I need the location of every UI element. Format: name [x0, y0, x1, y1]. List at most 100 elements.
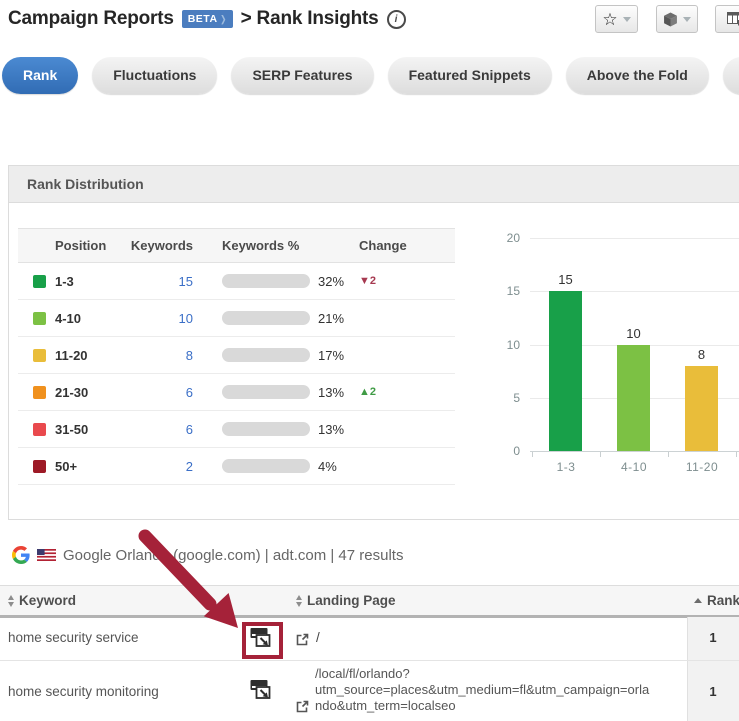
keyword-cell: home security service — [8, 630, 139, 645]
bar-11-20[interactable] — [685, 366, 718, 451]
position-color-swatch — [33, 275, 46, 288]
rank-row: 11-208 17% — [18, 337, 455, 374]
position-color-swatch — [33, 312, 46, 325]
bar-value-label: 10 — [607, 326, 660, 341]
x-category-label: 11-20 — [668, 460, 736, 474]
panel-title: Rank Distribution — [9, 166, 739, 203]
tab-serp-features[interactable]: SERP Features — [231, 57, 373, 94]
star-icon: ☆ — [602, 11, 617, 28]
keywords-count-link[interactable]: 10 — [115, 311, 193, 326]
tab-fluctuations[interactable]: Fluctuations — [92, 57, 217, 94]
keywords-count-link[interactable]: 2 — [115, 459, 193, 474]
keywords-pct-bar: 13% — [193, 422, 347, 437]
external-link-icon[interactable] — [296, 633, 309, 646]
results-table-header: Keyword Landing Page Rank — [0, 585, 739, 618]
pct-label: 17% — [318, 348, 344, 363]
serp-snapshot-icon[interactable] — [249, 679, 275, 701]
change-cell: ▲2 — [347, 386, 455, 398]
table-icon — [727, 12, 739, 26]
landing-page-link[interactable]: /local/fl/orlando?utm_source=places&utm_… — [315, 666, 655, 714]
cube-icon — [663, 12, 678, 27]
keywords-pct-bar: 21% — [193, 311, 347, 326]
bar-4-10[interactable] — [617, 345, 650, 452]
x-category-label: 4-10 — [600, 460, 668, 474]
y-tick-label: 10 — [490, 338, 520, 352]
gridline — [530, 238, 739, 239]
x-axis-tick — [600, 452, 601, 457]
us-flag-icon — [37, 549, 56, 561]
pct-label: 32% — [318, 274, 344, 289]
beta-chevron-icon: ❭ — [220, 14, 228, 25]
col-landing-page[interactable]: Landing Page — [296, 586, 396, 615]
position-label: 4-10 — [55, 311, 115, 326]
sort-asc-icon — [694, 598, 702, 603]
results-source-line: Google Orlando (google.com) | adt.com | … — [12, 546, 403, 564]
keywords-pct-bar: 32% — [193, 274, 347, 289]
position-label: 50+ — [55, 459, 115, 474]
page-header: Campaign Reports BETA ❭ > Rank Insights … — [8, 8, 406, 30]
x-axis-tick — [532, 452, 533, 457]
pct-label: 4% — [318, 459, 337, 474]
bar-value-label: 8 — [675, 347, 728, 362]
pct-label: 21% — [318, 311, 344, 326]
position-color-swatch — [33, 460, 46, 473]
keywords-pct-bar: 13% — [193, 385, 347, 400]
annotation-box — [242, 622, 283, 659]
favorites-button[interactable]: ☆ — [595, 5, 638, 33]
rank-cell: 1 — [687, 684, 739, 699]
tab-above-the-fold[interactable]: Above the Fold — [566, 57, 709, 94]
rank-distribution-table: Position Keywords Keywords % Change 1-31… — [18, 228, 455, 485]
landing-page-link[interactable]: / — [316, 630, 320, 645]
position-color-swatch — [33, 386, 46, 399]
table-row: home security monitoring /local/fl/orlan… — [0, 660, 739, 721]
rank-cell: 1 — [687, 630, 739, 645]
table-view-button[interactable] — [715, 5, 739, 33]
col-keywords-pct: Keywords % — [193, 238, 347, 253]
external-link-icon[interactable] — [296, 700, 309, 713]
rank-row: 31-50613% — [18, 411, 455, 448]
y-tick-label: 5 — [490, 391, 520, 405]
tab-bar: Rank Fluctuations SERP Features Featured Sn… — [2, 57, 739, 94]
col-position: Position — [55, 238, 115, 253]
bar-1-3[interactable] — [549, 291, 582, 451]
tab-search[interactable]: Search — [723, 57, 739, 94]
results-source-text: Google Orlando (google.com) | adt.com | … — [63, 547, 403, 564]
info-icon[interactable]: i — [387, 10, 406, 29]
x-axis-line — [530, 451, 739, 452]
position-label: 21-30 — [55, 385, 115, 400]
export-button[interactable] — [656, 5, 698, 33]
y-tick-label: 15 — [490, 284, 520, 298]
y-tick-label: 20 — [490, 231, 520, 245]
beta-badge-label: BETA — [188, 13, 218, 25]
screen: Campaign Reports BETA ❭ > Rank Insights … — [0, 0, 739, 721]
table-row: home security service / 1 — [0, 617, 739, 661]
change-cell: ▼2 — [347, 275, 455, 287]
col-keywords: Keywords — [115, 238, 193, 253]
position-color-swatch — [33, 349, 46, 362]
y-tick-label: 0 — [490, 444, 520, 458]
bar-value-label: 15 — [539, 272, 592, 287]
rank-row: 21-306 13%▲2 — [18, 374, 455, 411]
position-label: 11-20 — [55, 348, 115, 363]
col-change: Change — [347, 238, 455, 253]
x-axis-tick — [668, 452, 669, 457]
rank-row: 1-31532%▼2 — [18, 263, 455, 300]
keyword-cell: home security monitoring — [8, 684, 159, 699]
keywords-pct-bar: 4% — [193, 459, 347, 474]
col-rank[interactable]: Rank — [694, 586, 739, 615]
breadcrumb: > Rank Insights — [241, 8, 379, 30]
x-category-label: 1-3 — [532, 460, 600, 474]
tab-rank[interactable]: Rank — [2, 57, 78, 94]
google-logo-icon — [12, 546, 30, 564]
col-keyword[interactable]: Keyword — [8, 586, 76, 615]
keywords-count-link[interactable]: 6 — [115, 385, 193, 400]
sort-icon — [8, 595, 14, 607]
keywords-count-link[interactable]: 6 — [115, 422, 193, 437]
keywords-count-link[interactable]: 8 — [115, 348, 193, 363]
sort-icon — [296, 595, 302, 607]
tab-featured-snippets[interactable]: Featured Snippets — [388, 57, 552, 94]
keywords-pct-bar: 17% — [193, 348, 347, 363]
pct-label: 13% — [318, 422, 344, 437]
pct-label: 13% — [318, 385, 344, 400]
keywords-count-link[interactable]: 15 — [115, 274, 193, 289]
